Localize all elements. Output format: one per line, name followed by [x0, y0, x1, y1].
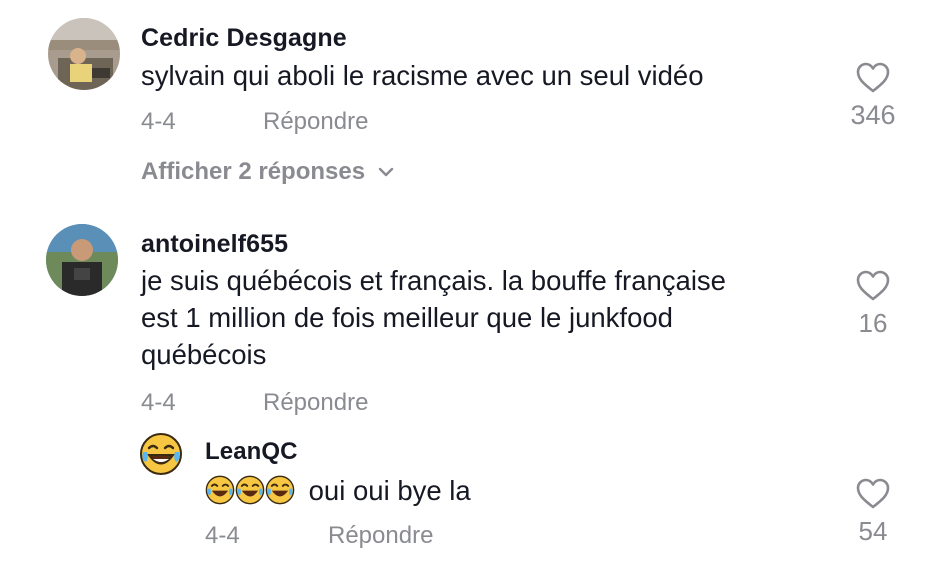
user-avatar[interactable]	[46, 224, 118, 296]
heart-icon	[856, 62, 890, 93]
like-count: 54	[858, 516, 888, 546]
heart-icon	[856, 478, 890, 509]
reply-item: LeanQC oui oui bye la 4-4 Répondre 54	[0, 430, 938, 566]
comment-item: antoinelf655 je suis québécois et frança…	[0, 200, 938, 430]
comment-text-line: est 1 million de fois meilleur que le ju…	[141, 302, 673, 333]
heart-icon	[856, 270, 890, 301]
reply-button[interactable]: Répondre	[263, 389, 368, 417]
user-avatar[interactable]	[139, 432, 183, 476]
reply-username[interactable]: LeanQC	[205, 438, 298, 466]
comment-text: sylvain qui aboli le racisme avec un seu…	[141, 60, 704, 91]
comment-username[interactable]: Cedric Desgagne	[141, 24, 347, 53]
photo-avatar-icon	[48, 18, 120, 90]
like-button[interactable]: 346	[843, 62, 903, 131]
comment-item: Cedric Desgagne sylvain qui aboli le rac…	[0, 0, 938, 200]
reply-text: oui oui bye la	[205, 472, 471, 509]
view-replies-label: Afficher 2 réponses	[141, 158, 366, 185]
like-button[interactable]: 16	[843, 270, 903, 339]
comment-date: 4-4	[141, 389, 176, 416]
photo-avatar-icon	[46, 224, 118, 296]
reply-text-body: oui oui bye la	[308, 475, 471, 506]
reply-date: 4-4	[205, 522, 240, 549]
reply-button[interactable]: Répondre	[328, 522, 433, 550]
like-count: 346	[850, 100, 896, 130]
user-avatar[interactable]	[48, 18, 120, 90]
laughing-tears-emoji-icon	[140, 433, 182, 475]
comment-text: je suis québécois et français. la bouffe…	[141, 262, 726, 373]
like-count: 16	[858, 308, 888, 338]
like-button[interactable]: 54	[843, 478, 903, 547]
comment-text-line: je suis québécois et français. la bouffe…	[141, 265, 726, 296]
emoji-laughing-icon	[205, 475, 295, 505]
view-replies-button[interactable]: Afficher 2 réponses	[141, 158, 395, 186]
chevron-down-icon	[378, 167, 394, 177]
reply-button[interactable]: Répondre	[263, 108, 368, 136]
comment-text-line: québécois	[141, 339, 267, 370]
comment-username[interactable]: antoinelf655	[141, 230, 288, 259]
comment-date: 4-4	[141, 108, 176, 135]
